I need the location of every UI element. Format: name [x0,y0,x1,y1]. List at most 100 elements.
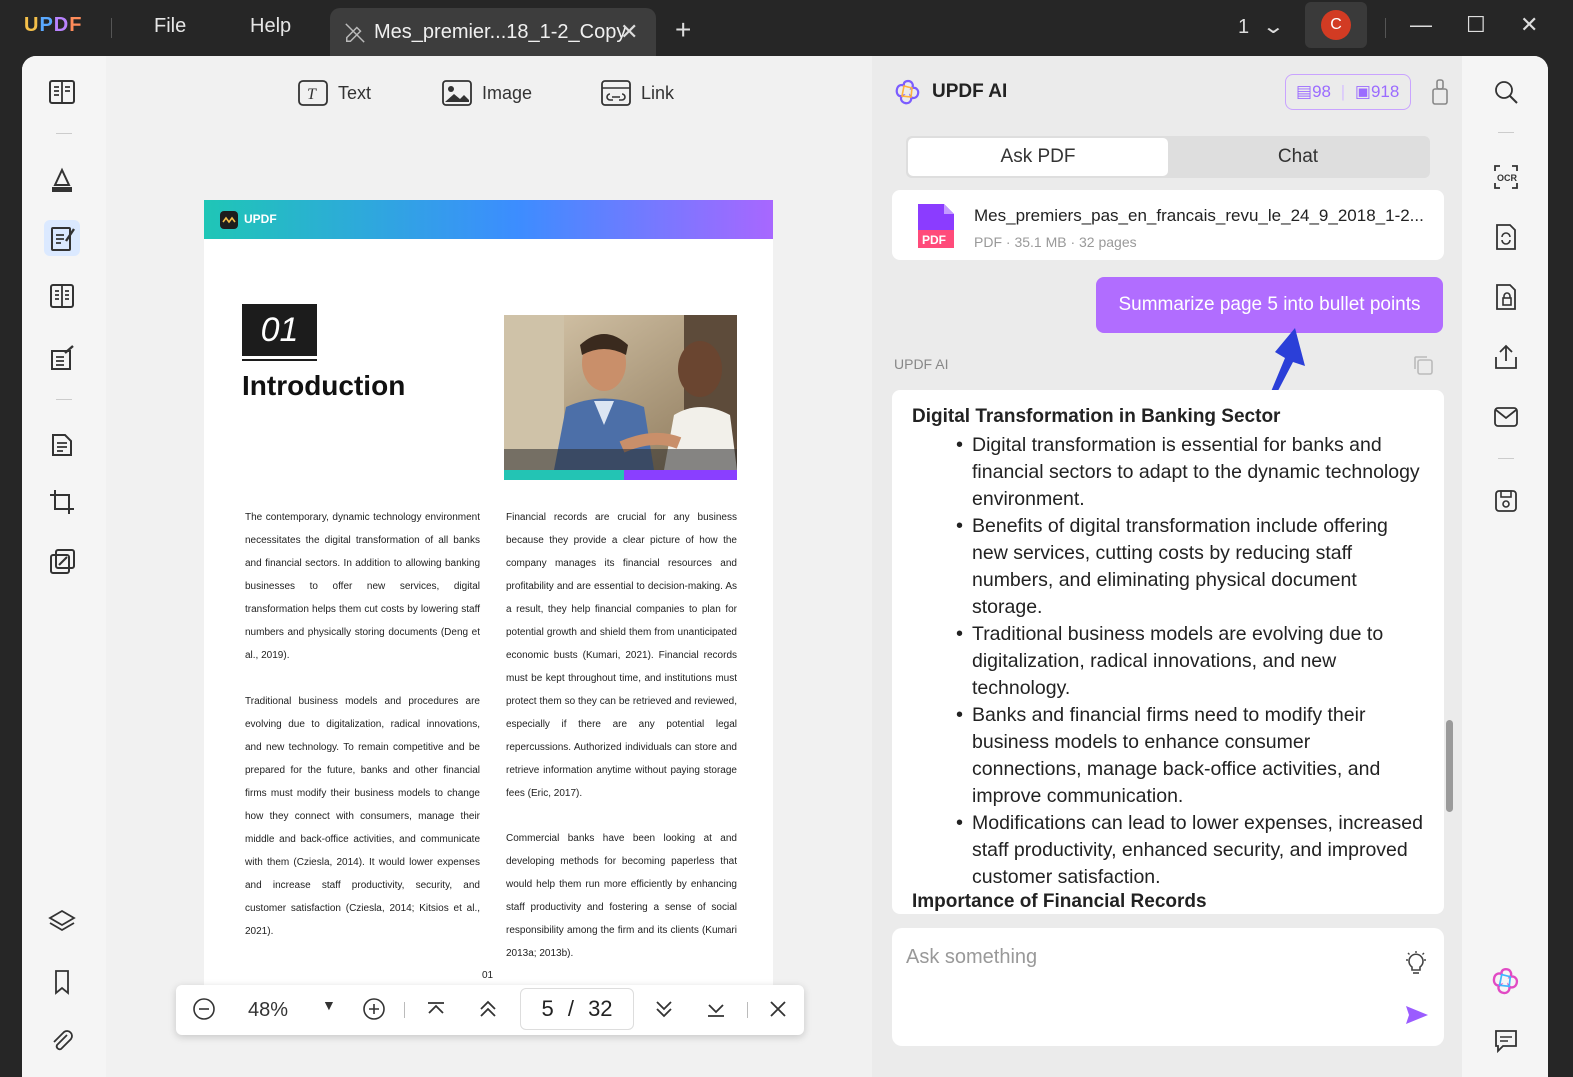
ai-response-label: UPDF AI [894,356,949,372]
file-meta: PDF · 35.1 MB · 32 pages [974,234,1137,250]
document-credits-icon: ▤ [1296,82,1313,101]
divider [111,18,112,38]
maximize-icon[interactable]: ☐ [1466,12,1486,38]
updf-logo[interactable]: UPDF [24,14,82,37]
attachment-icon[interactable] [44,1024,80,1060]
close-tab-icon[interactable]: ✕ [620,19,638,45]
window-selector-value: 1 [1238,16,1250,38]
page-header-banner: UPDF [204,200,773,239]
file-card[interactable]: PDF Mes_premiers_pas_en_francais_revu_le… [892,190,1444,260]
document-area: T Text Image Link UPDF 01 Introduction T… [106,56,872,1077]
updf-ai-icon [895,79,920,105]
comment-highlight-icon[interactable] [44,162,80,198]
list-item: Traditional business models are evolving… [952,621,1424,702]
zoom-out-icon[interactable] [192,997,216,1027]
response-bullet-list: Digital transformation is essential for … [952,432,1424,891]
close-bar-icon[interactable] [766,997,790,1027]
zoom-level[interactable]: 48% [248,999,288,1022]
svg-text:T: T [307,86,317,103]
page-header-brand: UPDF [244,212,277,226]
last-page-icon[interactable] [704,997,728,1027]
right-toolbar: OCR [1462,56,1548,1077]
user-message: Summarize page 5 into bullet points [1096,277,1443,333]
protect-icon[interactable] [44,544,80,580]
chat-credits-icon: ▣ [1354,82,1371,101]
ocr-icon[interactable]: OCR [1491,162,1521,192]
current-page: 5 [541,996,554,1021]
layers-icon[interactable] [44,904,80,940]
menu-help[interactable]: Help [250,15,291,38]
zoom-in-icon[interactable] [362,997,386,1027]
divider [747,1002,748,1018]
sign-icon[interactable] [44,340,80,376]
divider [56,133,72,134]
left-toolbar [22,56,106,1077]
crop-icon[interactable] [44,484,80,520]
response-scrollbar[interactable] [1446,720,1453,812]
image-tool-label: Image [482,82,533,103]
save-icon[interactable] [1491,486,1521,516]
link-tool-label: Link [641,82,675,103]
page-footer-number: 01 [482,970,494,981]
text-tool-icon: T [298,80,328,106]
next-page-icon[interactable] [652,997,676,1027]
zoom-dropdown-icon[interactable]: ▼ [322,997,336,1013]
previous-page-icon[interactable] [476,997,500,1027]
email-icon[interactable] [1491,402,1521,432]
menu-file[interactable]: File [154,15,186,38]
add-text-button[interactable]: T Text [298,80,371,106]
form-icon[interactable] [44,278,80,314]
list-item: Benefits of digital transformation inclu… [952,513,1424,621]
list-item: Modifications can lead to lower expenses… [952,810,1424,891]
ai-panel: UPDF AI ▤98 | ▣918 Ask PDF Chat PDF Mes_… [872,56,1462,1077]
title-bar: UPDF File Help Mes_premier...18_1-2_Copy… [0,0,1573,58]
ask-input[interactable]: Ask something [892,928,1444,1046]
app-window: T Text Image Link UPDF 01 Introduction T… [22,56,1548,1077]
send-icon[interactable] [1404,1004,1430,1031]
clean-chat-icon[interactable] [1430,78,1450,111]
prompt-ideas-icon[interactable] [1404,950,1428,981]
divider [404,1002,405,1018]
ai-response: Digital Transformation in Banking Sector… [892,390,1444,914]
divider [1385,18,1386,38]
account-avatar[interactable]: C [1305,2,1367,48]
svg-text:OCR: OCR [1497,173,1518,183]
convert-icon[interactable] [1491,222,1521,252]
organize-pages-icon[interactable] [44,426,80,462]
ai-credits-badge[interactable]: ▤98 | ▣918 [1285,74,1411,110]
pdf-file-icon: PDF [918,204,954,248]
edit-pdf-icon[interactable] [44,220,80,256]
divider [1498,458,1514,459]
page-separator: / [567,996,574,1021]
image-tool-icon [442,80,472,106]
pdf-page[interactable]: UPDF 01 Introduction The contemporary, d… [204,200,773,990]
share-icon[interactable] [1491,342,1521,372]
tab-ask-pdf[interactable]: Ask PDF [908,138,1168,176]
first-page-icon[interactable] [424,997,448,1027]
copy-icon[interactable] [1412,354,1434,381]
close-window-icon[interactable]: ✕ [1520,12,1538,38]
updf-mini-logo-icon [220,211,238,229]
new-tab-button[interactable]: + [675,14,691,46]
column-2-paragraph-1: Financial records are crucial for any bu… [506,512,737,799]
ask-placeholder: Ask something [906,946,1038,968]
add-image-button[interactable]: Image [442,80,532,106]
window-selector[interactable]: 1 ⌄ [1238,14,1285,39]
chapter-title: Introduction [242,370,406,401]
reader-icon[interactable] [44,74,80,110]
divider [56,399,72,400]
search-icon[interactable] [1491,77,1521,107]
list-item: Digital transformation is essential for … [952,432,1424,513]
add-link-button[interactable]: Link [601,80,674,106]
page-number-input[interactable]: 5 / 32 [520,988,634,1030]
comments-panel-icon[interactable] [1491,1026,1521,1056]
minimize-icon[interactable]: — [1410,12,1432,38]
chapter-number: 01 [242,304,317,356]
protect-file-icon[interactable] [1491,282,1521,312]
page-navigation-bar: 48% ▼ 5 / 32 [176,985,804,1035]
updf-ai-toggle-icon[interactable] [1491,966,1521,996]
document-tab[interactable]: Mes_premier...18_1-2_Copy ✕ [330,8,656,58]
bookmark-icon[interactable] [44,964,80,1000]
tab-chat[interactable]: Chat [1168,138,1428,176]
column-1-paragraph-1: The contemporary, dynamic technology env… [245,512,480,661]
